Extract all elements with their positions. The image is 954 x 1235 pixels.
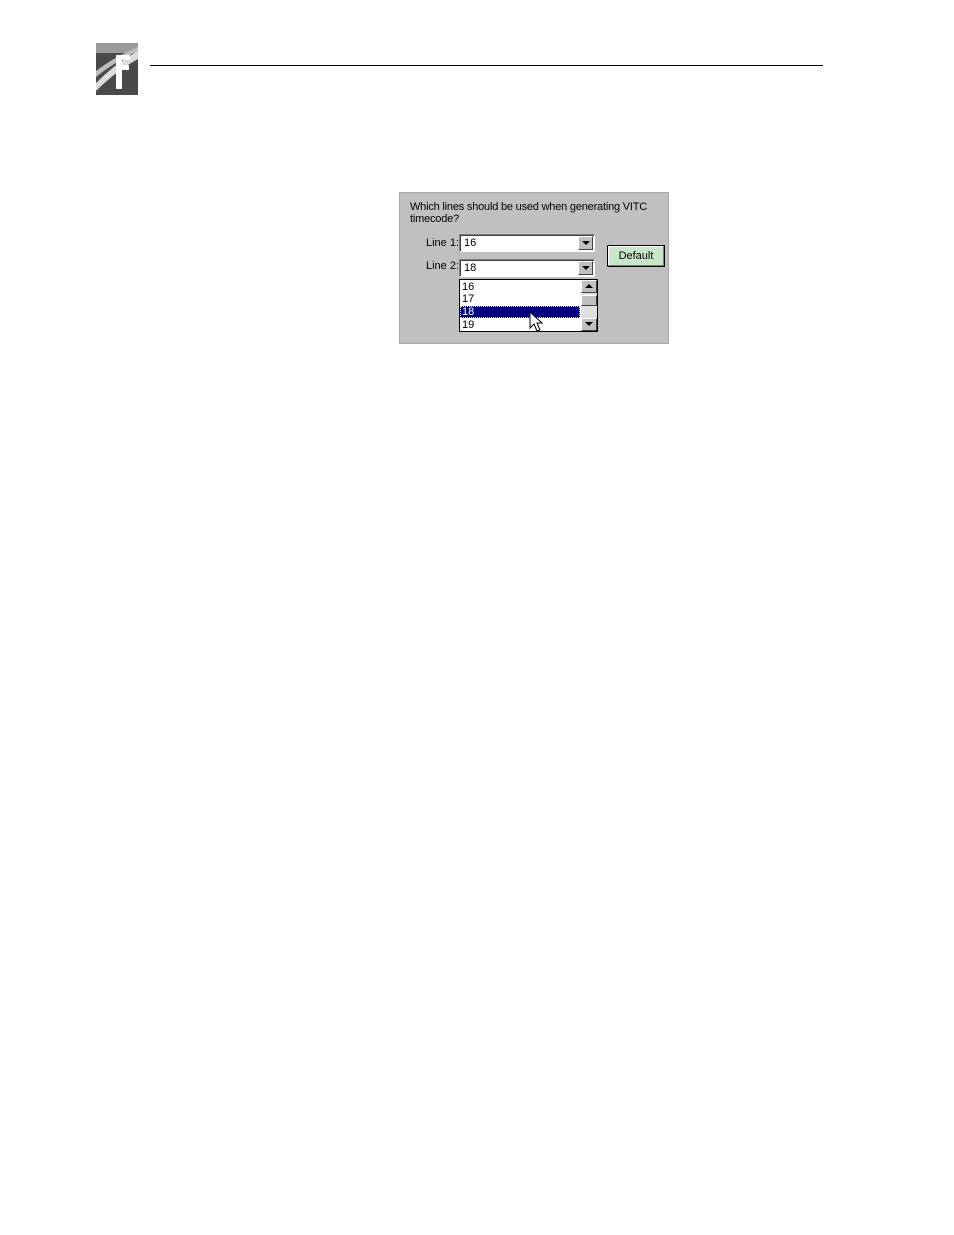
scroll-up-arrow-icon [585,284,593,288]
line2-label: Line 2: [426,260,460,272]
vitc-lines-dialog: Which lines should be used when generati… [399,192,669,344]
line2-option[interactable]: 19 [460,319,580,331]
mouse-pointer-icon [529,311,544,332]
scroll-down-button[interactable] [581,318,597,331]
line1-value: 16 [464,237,477,249]
chevron-down-icon [582,266,590,270]
line2-option-selected[interactable]: 18 [460,306,580,318]
line1-label: Line 1: [426,237,460,249]
scroll-thumb[interactable] [581,295,597,306]
line1-combobox[interactable]: 16 [459,234,595,252]
scroll-down-arrow-icon [585,322,593,326]
line2-value: 18 [464,262,477,274]
chevron-down-icon [582,241,590,245]
line2-dropdown-button[interactable] [578,261,593,275]
question-text: Which lines should be used when generati… [410,201,648,225]
line2-option[interactable]: 17 [460,293,580,305]
line1-dropdown-button[interactable] [578,236,593,250]
company-logo-icon [96,43,138,95]
header-rule [150,65,823,66]
default-button[interactable]: Default [607,245,665,267]
dropdown-scrollbar[interactable] [581,280,597,331]
line2-option[interactable]: 16 [460,281,580,293]
scroll-up-button[interactable] [581,280,597,293]
line2-combobox[interactable]: 18 [459,259,595,277]
